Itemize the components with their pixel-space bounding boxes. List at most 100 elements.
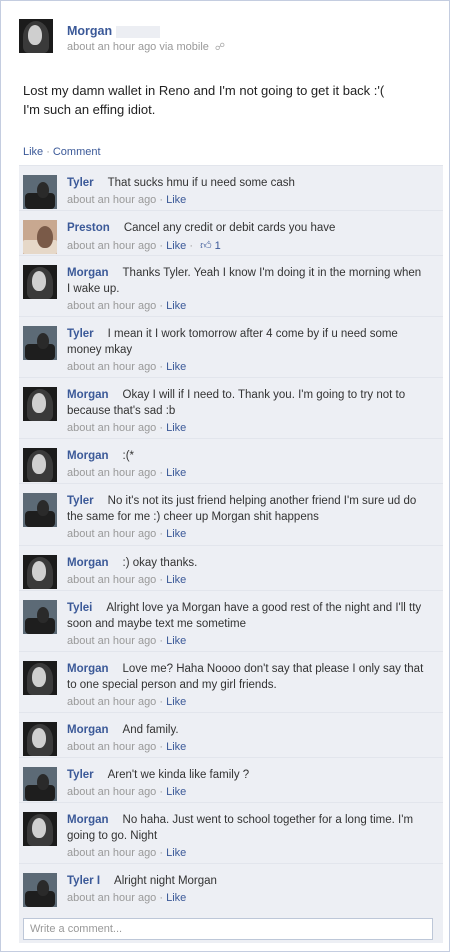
comment-like-link[interactable]: Like (166, 194, 186, 206)
comment-text: Tyler No it's not its just friend helping… (67, 493, 427, 525)
comment-like-link[interactable]: Like (166, 528, 186, 540)
comment-timestamp[interactable]: about an hour ago (67, 635, 156, 647)
morgan-avatar[interactable] (23, 722, 57, 756)
comment-text: Tyler I mean it I work tomorrow after 4 c… (67, 326, 427, 358)
comment-like-link[interactable]: Like (166, 300, 186, 312)
comment-author-name[interactable]: Morgan (67, 450, 109, 462)
comment-timestamp[interactable]: about an hour ago (67, 422, 156, 434)
comment-timestamp[interactable]: about an hour ago (67, 240, 156, 252)
tyler-avatar[interactable] (23, 873, 57, 907)
comment-text: Morgan :(* (67, 448, 427, 464)
post-text-line-2: I'm such an effing idiot. (23, 102, 156, 117)
comment-body: Cancel any credit or debit cards you hav… (123, 222, 336, 234)
comment-item: Morgan :(* about an hour ago · Like (19, 438, 443, 483)
comment-item: Tyler I mean it I work tomorrow after 4 c… (19, 316, 443, 377)
tyler-avatar[interactable] (23, 493, 57, 527)
comment-timestamp[interactable]: about an hour ago (67, 361, 156, 373)
comment-like-link[interactable]: Like (166, 422, 186, 434)
comment-timestamp[interactable]: about an hour ago (67, 741, 156, 753)
comment-meta: about an hour ago · Like (67, 194, 186, 206)
comment-author-name[interactable]: Morgan (67, 389, 109, 401)
preston-avatar[interactable] (23, 220, 57, 254)
comment-author-name[interactable]: Morgan (67, 814, 109, 826)
comment-item: Morgan:) okay thanks. about an hour ago ·… (19, 545, 443, 590)
comment-like-link[interactable]: Like (166, 786, 186, 798)
morgan-avatar[interactable] (23, 448, 57, 482)
comment-author-name[interactable]: Tylei (67, 602, 92, 614)
comment-author-name[interactable]: Tyler (67, 495, 94, 507)
write-comment-input[interactable]: Write a comment... (23, 918, 433, 940)
comment-item: Tyler Aren't we kinda like family ? about … (19, 757, 443, 802)
comment-author-name[interactable]: Morgan (67, 724, 109, 736)
comment-timestamp[interactable]: about an hour ago (67, 696, 156, 708)
comment-author-name[interactable]: Tyler (67, 328, 94, 340)
comment-timestamp[interactable]: about an hour ago (67, 300, 156, 312)
tyler-avatar[interactable] (23, 767, 57, 801)
post-text-line-1: Lost my damn wallet in Reno and I'm not … (23, 83, 385, 98)
comment-link[interactable]: Comment (53, 146, 101, 158)
meta-separator: · (156, 361, 167, 373)
meta-separator: · (156, 635, 167, 647)
comment-like-link[interactable]: Like (166, 574, 186, 586)
comment-like-link[interactable]: Like (166, 892, 186, 904)
post-timestamp[interactable]: about an hour ago via mobile (67, 41, 209, 53)
comment-author-name[interactable]: Morgan (67, 663, 109, 675)
thumbs-up-icon[interactable]: 👍︎ (200, 240, 212, 252)
comment-item: Tyler No it's not its just friend helping… (19, 483, 443, 545)
comment-like-link[interactable]: Like (166, 467, 186, 479)
tyler-avatar[interactable] (23, 326, 57, 360)
comment-author-name[interactable]: Tyler I (67, 875, 100, 887)
morgan-avatar[interactable] (23, 812, 57, 846)
comment-text: Morgan :) okay thanks. (67, 555, 427, 571)
meta-separator: · (156, 847, 167, 859)
comment-text: Preston Cancel any credit or debit cards … (67, 220, 427, 236)
action-separator: · (46, 146, 50, 158)
comment-item: Morgan And family. about an hour ago · Lik… (19, 712, 443, 757)
comment-timestamp[interactable]: about an hour ago (67, 467, 156, 479)
morgan-avatar[interactable] (19, 19, 53, 53)
comment-author-name[interactable]: Tyler (67, 177, 94, 189)
comment-like-link[interactable]: Like (166, 847, 186, 859)
comment-like-link[interactable]: Like (166, 741, 186, 753)
comment-timestamp[interactable]: about an hour ago (67, 194, 156, 206)
comment-like-count[interactable]: 1 (212, 240, 221, 252)
comment-timestamp[interactable]: about an hour ago (67, 892, 156, 904)
meta-separator: · (186, 240, 197, 252)
comment-body: :) okay thanks. (122, 557, 198, 569)
facebook-post-card: Morgan about an hour ago via mobile ☍ Los… (0, 0, 450, 952)
comment-author-name[interactable]: Preston (67, 222, 110, 234)
meta-separator: · (156, 467, 167, 479)
comment-timestamp[interactable]: about an hour ago (67, 528, 156, 540)
post-meta: about an hour ago via mobile ☍ (67, 41, 225, 53)
comment-like-link[interactable]: Like (166, 696, 186, 708)
post-author-name[interactable]: Morgan (67, 24, 112, 38)
comment-body: :(* (122, 450, 135, 462)
comment-timestamp[interactable]: about an hour ago (67, 847, 156, 859)
comment-meta: about an hour ago · Like (67, 696, 186, 708)
meta-separator: · (156, 300, 167, 312)
comment-author-name[interactable]: Tyler (67, 769, 94, 781)
morgan-avatar[interactable] (23, 661, 57, 695)
comment-text: Morgan Thanks Tyler. Yeah I know I'm doin… (67, 265, 427, 297)
comment-text: Tyler Aren't we kinda like family ? (67, 767, 427, 783)
morgan-avatar[interactable] (23, 555, 57, 589)
tyler-avatar[interactable] (23, 175, 57, 209)
comment-body: Alright love ya Morgan have a good rest … (67, 602, 422, 630)
comment-meta: about an hour ago · Like (67, 892, 186, 904)
comment-timestamp[interactable]: about an hour ago (67, 786, 156, 798)
morgan-avatar[interactable] (23, 265, 57, 299)
comment-like-link[interactable]: Like (166, 635, 186, 647)
like-link[interactable]: Like (23, 146, 43, 158)
comment-meta: about an hour ago · Like (67, 300, 186, 312)
comment-text: Tylei Alright love ya Morgan have a good … (67, 600, 427, 632)
comment-timestamp[interactable]: about an hour ago (67, 574, 156, 586)
tyler-avatar[interactable] (23, 600, 57, 634)
morgan-avatar[interactable] (23, 387, 57, 421)
comment-body: Alright night Morgan (114, 875, 217, 887)
comment-author-name[interactable]: Morgan (67, 557, 109, 569)
comment-like-link[interactable]: Like (166, 240, 186, 252)
comment-like-link[interactable]: Like (166, 361, 186, 373)
post-actions: Like · Comment (23, 146, 101, 158)
comments-list: Tyler That sucks hmu if u need some cash a… (19, 165, 443, 943)
comment-author-name[interactable]: Morgan (67, 267, 109, 279)
